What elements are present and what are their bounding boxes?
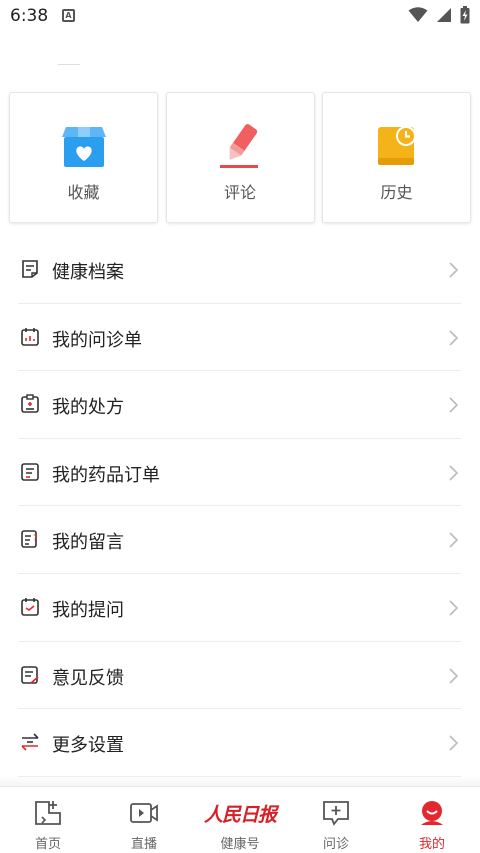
settings-icon [21,733,39,751]
menu-item-label: 意见反馈 [52,667,124,689]
home-icon [35,801,61,825]
menu-item-message[interactable]: ? 我的留言 [18,506,461,574]
peoples-daily-logo: 人民日报 [203,804,277,826]
card-history[interactable]: 历史 [322,92,471,223]
menu-item-consultation[interactable]: 我的问诊单 [18,304,461,372]
card-comments[interactable]: 评论 [165,92,315,223]
tab-health-account[interactable]: 人民日报 健康号 [192,787,288,853]
tab-consult[interactable]: 问诊 [288,787,384,853]
tab-label: 首页 [34,837,61,852]
menu-list: 健康档案 我的问诊单 我的处方 我的药品订单 ? 我的留言 我的提问 意见反馈 … [0,236,480,777]
menu-item-question[interactable]: 我的提问 [18,574,461,642]
wifi-icon [408,7,428,22]
tab-label: 问诊 [322,837,349,852]
menu-item-prescription[interactable]: 我的处方 [18,371,461,439]
medicine-order-icon [21,462,39,481]
battery-icon [460,6,470,24]
chevron-right-icon [449,735,458,751]
chevron-right-icon [449,600,458,616]
tab-mine[interactable]: 我的 [384,787,480,853]
menu-item-label: 我的处方 [52,397,124,419]
favorites-box-icon [61,127,106,167]
live-video-icon [130,803,158,823]
notification-icon: A [62,9,75,22]
consult-chat-icon [323,801,349,826]
cell-signal-icon [437,8,451,22]
bottom-nav: 首页 直播 人民日报 健康号 问诊 我的 [0,786,480,853]
question-icon [21,597,39,616]
quick-cards: 收藏 评论 历史 [9,92,471,223]
chevron-right-icon [449,262,458,278]
svg-text:?: ? [33,534,38,544]
message-icon: ? [21,530,38,549]
menu-item-label: 我的问诊单 [52,329,142,351]
menu-item-settings[interactable]: 更多设置 [18,709,461,777]
menu-item-label: 我的提问 [52,599,124,621]
card-favorites[interactable]: 收藏 [9,92,158,223]
health-record-icon [22,260,38,278]
menu-item-label: 健康档案 [52,262,124,283]
system-icons [408,6,470,24]
card-label: 收藏 [67,183,100,202]
tab-home[interactable]: 首页 [0,787,96,853]
pen-icon [220,124,258,168]
tab-live[interactable]: 直播 [96,787,192,853]
status-bar: 6:38 A [0,0,480,34]
menu-item-feedback[interactable]: 意见反馈 [18,642,461,710]
chevron-right-icon [449,532,458,548]
tab-label: 我的 [418,837,445,852]
profile-icon [421,801,443,825]
prescription-icon [21,394,39,413]
status-time: 6:38 [10,6,49,26]
chevron-right-icon [449,667,458,684]
card-label: 历史 [380,183,413,202]
menu-item-label: 更多设置 [52,735,124,757]
menu-item-label: 我的留言 [52,532,124,554]
card-label: 评论 [223,183,256,202]
chevron-right-icon [449,397,458,413]
header-divider [58,64,80,65]
history-book-icon [377,126,416,165]
tab-label: 直播 [130,837,157,852]
feedback-icon [21,665,39,684]
consultation-icon [21,327,39,346]
menu-item-health-record[interactable]: 健康档案 [18,236,461,304]
menu-item-medicine-order[interactable]: 我的药品订单 [18,439,461,507]
menu-item-label: 我的药品订单 [52,464,160,486]
tab-label: 健康号 [220,837,260,852]
chevron-right-icon [449,330,458,346]
chevron-right-icon [449,465,458,481]
